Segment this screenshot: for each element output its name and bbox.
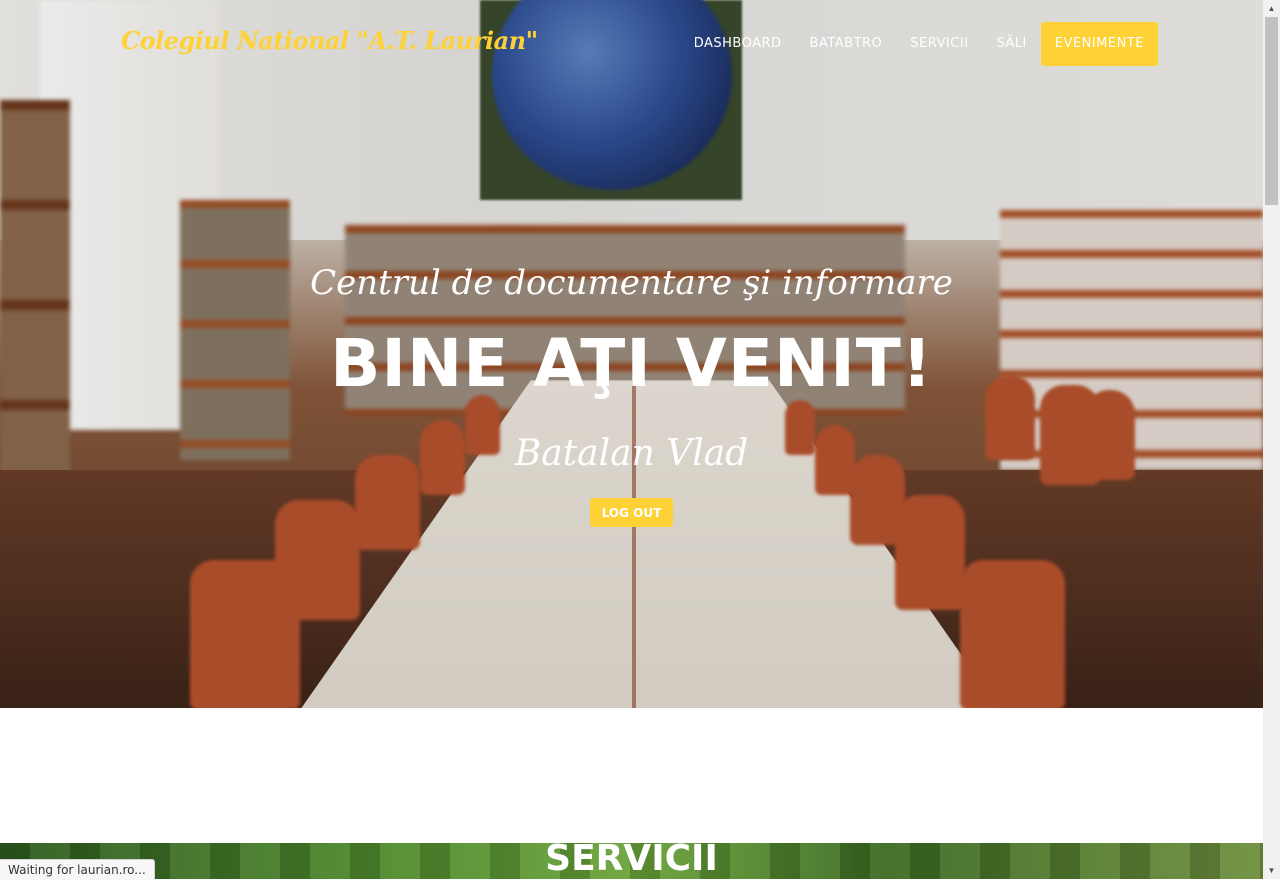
arrow-up-icon[interactable]: ▲ bbox=[1263, 0, 1280, 17]
hero-heading: BINE AŢI VENIT! bbox=[330, 325, 933, 402]
hero-lead: Centrul de documentare şi informare bbox=[310, 263, 953, 303]
logout-button[interactable]: LOG OUT bbox=[590, 498, 673, 527]
nav-link-dashboard[interactable]: DASHBOARD bbox=[680, 22, 796, 66]
nav-link-batabtro[interactable]: BATABTRO bbox=[796, 22, 897, 66]
services-heading: SERVICII bbox=[545, 838, 718, 879]
main-nav: DASHBOARD BATABTRO SERVICII SĂLI EVENIME… bbox=[680, 22, 1158, 66]
user-name: Batalan Vlad bbox=[514, 433, 749, 474]
scrollbar-thumb[interactable] bbox=[1265, 17, 1278, 205]
brand-logo-text[interactable]: Colegiul National "A.T. Laurian" bbox=[121, 26, 538, 55]
nav-link-sali[interactable]: SĂLI bbox=[983, 22, 1041, 66]
status-bar: Waiting for laurian.ro... bbox=[0, 859, 155, 880]
nav-link-servicii[interactable]: SERVICII bbox=[896, 22, 982, 66]
nav-link-evenimente[interactable]: EVENIMENTE bbox=[1040, 22, 1158, 66]
arrow-down-icon[interactable]: ▼ bbox=[1263, 862, 1280, 879]
